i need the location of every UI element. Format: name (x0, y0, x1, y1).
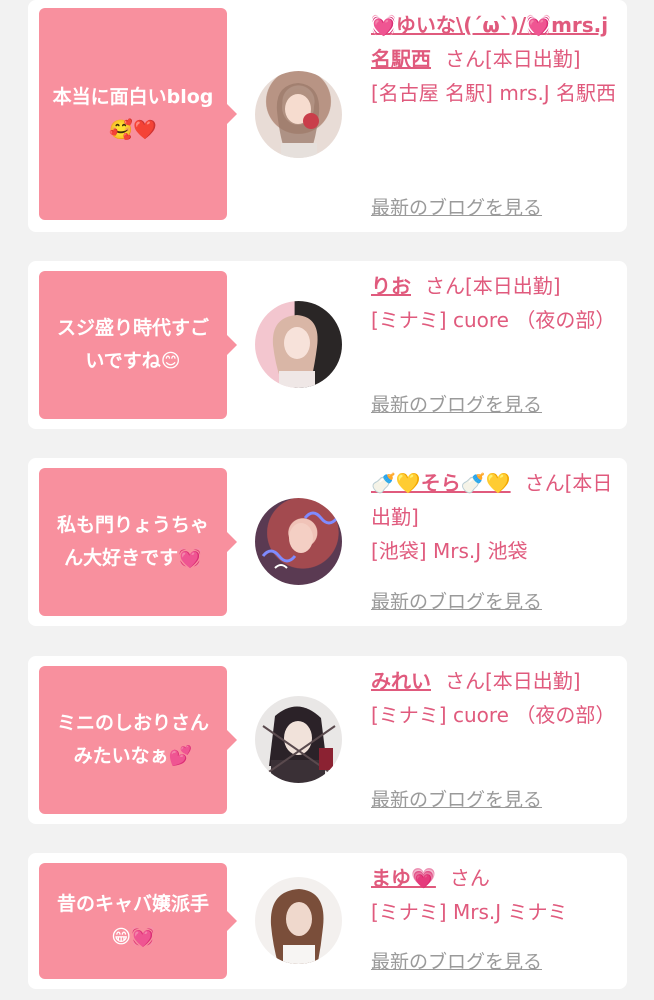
honorific: さん (425, 274, 465, 298)
latest-blog-link[interactable]: 最新のブログを見る (371, 947, 542, 974)
blogger-info: りお さん[本日出勤] [ミナミ] cuore （夜の部） (371, 269, 621, 337)
blog-comment-card: スジ盛り時代すごいですね😊 りお さん[本日出勤] [ミナミ] cuore （夜の… (28, 261, 627, 429)
blogger-name-link[interactable]: まゆ💗 (371, 866, 436, 890)
shop-text: [ミナミ] cuore （夜の部） (371, 703, 616, 727)
comment-bubble: 私も門りょうちゃん大好きです💓 (39, 468, 237, 616)
avatar[interactable] (255, 877, 342, 964)
honorific: さん (524, 471, 565, 495)
status-text: [本日出勤] (485, 47, 581, 71)
blog-comment-card: ミニのしおりさんみたいなぁ💕 みれい さん[本日出勤] [ミナミ] cuore （… (28, 656, 627, 824)
avatar[interactable] (255, 71, 342, 158)
shop-text: [名古屋 名駅] mrs.J 名駅西 (371, 81, 617, 105)
latest-blog-link[interactable]: 最新のブログを見る (371, 390, 542, 417)
latest-blog-link[interactable]: 最新のブログを見る (371, 785, 542, 812)
blogger-info: 🍼💛そら🍼💛 さん[本日出勤] [池袋] Mrs.J 池袋 (371, 466, 621, 568)
honorific: さん (445, 669, 485, 693)
avatar-photo-icon (272, 315, 318, 388)
latest-blog-link[interactable]: 最新のブログを見る (371, 193, 542, 220)
latest-blog-link[interactable]: 最新のブログを見る (371, 587, 542, 614)
blogger-name-link[interactable]: みれい (371, 669, 431, 693)
comment-bubble: ミニのしおりさんみたいなぁ💕 (39, 666, 237, 814)
avatar-anime-icon (262, 706, 336, 783)
blogger-name-link[interactable]: りお (371, 274, 411, 298)
blogger-info: まゆ💗 さん [ミナミ] Mrs.J ミナミ (371, 861, 621, 929)
avatar[interactable] (255, 696, 342, 783)
status-text: [本日出勤] (485, 669, 581, 693)
honorific: さん (449, 866, 490, 890)
blogger-info: みれい さん[本日出勤] [ミナミ] cuore （夜の部） (371, 664, 621, 732)
blogger-info: 💓ゆいな\(´ω`)/💓mrs.j名駅西 さん[本日出勤] [名古屋 名駅] mr… (371, 8, 621, 110)
blog-comment-card: 私も門りょうちゃん大好きです💓 🍼💛そら🍼💛 さん[本日出勤] [池袋] Mrs.… (28, 458, 627, 626)
avatar[interactable] (255, 301, 342, 388)
avatar-photo-icon (270, 889, 324, 964)
blog-comment-card: 昔のキャバ嬢派手😁💓 まゆ💗 さん [ミナミ] Mrs.J ミナミ 最新のブログを… (28, 853, 627, 989)
avatar-photo-icon (276, 83, 320, 158)
comment-text: 私も門りょうちゃん大好きです💓 (56, 514, 209, 569)
shop-text: [池袋] Mrs.J 池袋 (371, 539, 528, 563)
blog-comment-card: 本当に面白いblog🥰❤️ 💓ゆいな\(´ω`)/💓mrs.j名駅西 さん[本日出… (28, 0, 627, 232)
comment-bubble: 昔のキャバ嬢派手😁💓 (39, 863, 237, 979)
comment-text: ミニのしおりさんみたいなぁ💕 (56, 712, 209, 767)
avatar[interactable] (255, 498, 342, 585)
honorific: さん (445, 47, 485, 71)
avatar-photo-icon (261, 511, 339, 569)
comment-text: 本当に面白いblog🥰❤️ (52, 86, 214, 141)
comment-bubble: 本当に面白いblog🥰❤️ (39, 8, 237, 220)
status-text: [本日出勤] (465, 274, 561, 298)
comment-bubble: スジ盛り時代すごいですね😊 (39, 271, 237, 419)
blogger-name-link[interactable]: 🍼💛そら🍼💛 (371, 471, 511, 495)
shop-text: [ミナミ] Mrs.J ミナミ (371, 900, 568, 924)
comment-text: スジ盛り時代すごいですね😊 (56, 317, 209, 372)
comment-text: 昔のキャバ嬢派手😁💓 (56, 893, 209, 948)
shop-text: [ミナミ] cuore （夜の部） (371, 308, 616, 332)
